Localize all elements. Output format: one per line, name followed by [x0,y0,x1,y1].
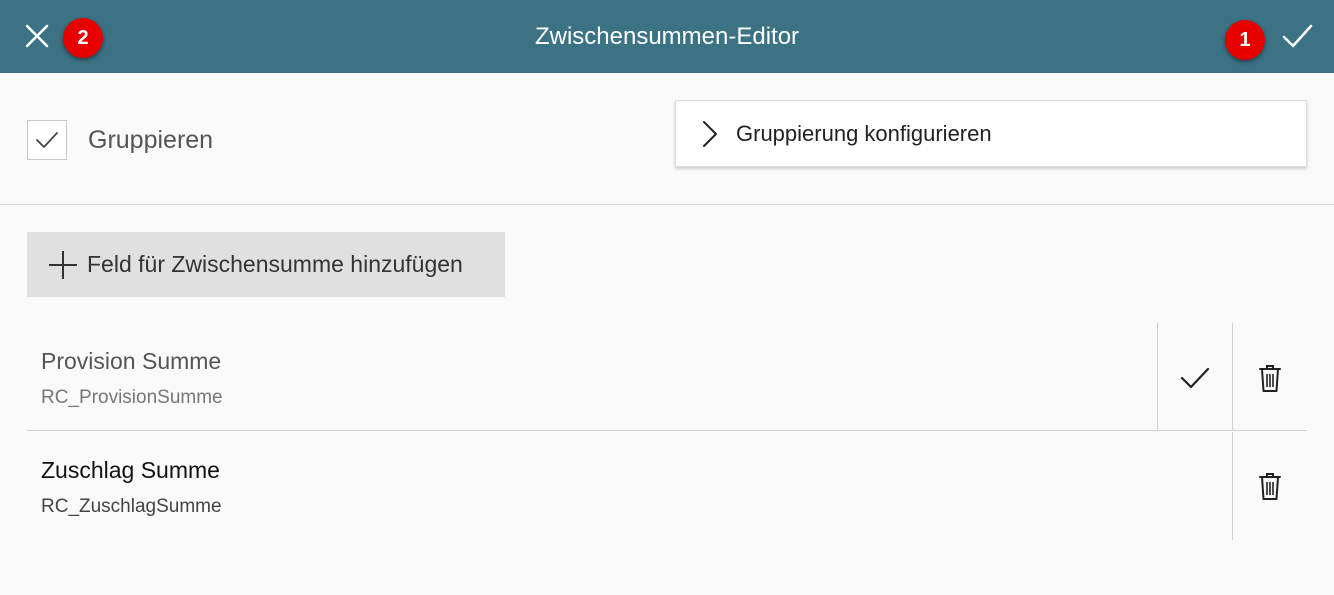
close-button[interactable] [17,16,57,56]
add-subtotal-field-button[interactable]: Feld für Zwischensumme hinzufügen [27,232,505,297]
check-icon [1180,367,1210,389]
section-divider [0,204,1334,205]
trash-icon [1259,473,1281,500]
subtotal-code: RC_ProvisionSumme [41,387,223,408]
row-confirm-button[interactable] [1177,360,1213,396]
column-divider [1157,323,1158,431]
group-label: Gruppieren [88,126,214,154]
check-icon [1282,24,1313,48]
grouping-config-expander[interactable]: Gruppierung konfigurieren [675,100,1307,167]
column-divider [1232,323,1233,431]
delete-button[interactable] [1252,360,1288,396]
trash-icon [1259,365,1281,392]
editor-header: Zwischensummen-Editor 2 1 [0,0,1334,73]
close-icon [25,24,49,48]
step-badge-close: 2 [63,18,103,58]
step-badge-confirm: 1 [1225,20,1265,60]
confirm-button[interactable] [1277,16,1317,56]
checkmark-icon [36,132,58,148]
subtotal-name: Zuschlag Summe [41,457,220,483]
subtotal-row[interactable]: Zuschlag Summe RC_ZuschlagSumme [27,432,1307,540]
column-divider [1232,432,1233,540]
delete-button[interactable] [1252,468,1288,504]
group-checkbox[interactable] [27,120,67,160]
grouping-config-label: Gruppierung konfigurieren [736,120,992,146]
plus-icon [49,250,77,279]
add-subtotal-field-label: Feld für Zwischensumme hinzufügen [87,251,463,277]
page-title: Zwischensummen-Editor [534,23,800,50]
subtotal-row[interactable]: Provision Summe RC_ProvisionSumme [27,323,1307,431]
chevron-right-icon [702,120,722,148]
subtotal-code: RC_ZuschlagSumme [41,496,222,517]
subtotal-name: Provision Summe [41,348,222,374]
